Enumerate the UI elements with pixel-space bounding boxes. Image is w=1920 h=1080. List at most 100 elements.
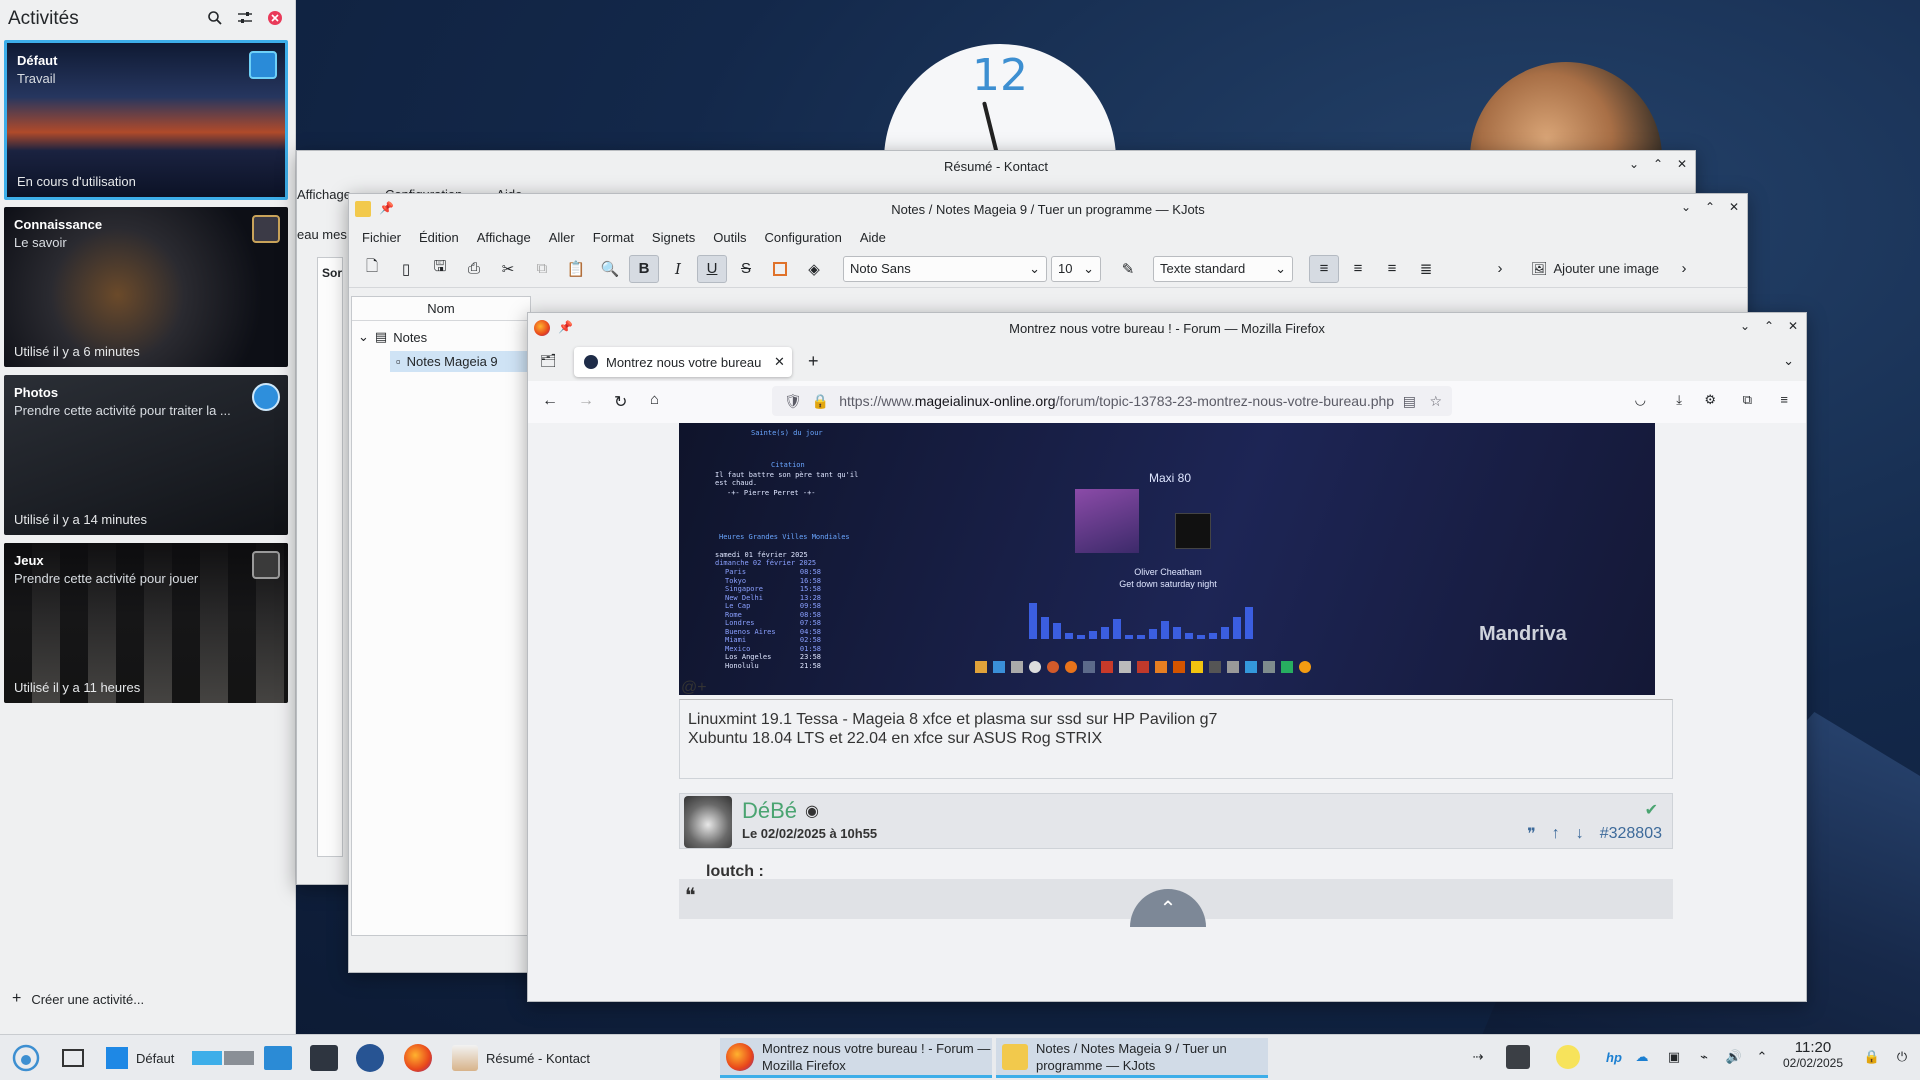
bold-icon[interactable]: B [629,254,659,283]
align-justify-icon[interactable]: ≣ [1411,255,1441,283]
save-icon[interactable]: 🖫 [425,255,455,283]
file-manager-icon[interactable] [258,1038,292,1078]
italic-icon[interactable]: I [663,255,693,283]
activity-card-connaissance[interactable]: Connaissance Le savoir Utilisé il y a 6 … [4,207,288,367]
menu-aller[interactable]: Aller [540,230,584,245]
close-icon[interactable]: ✕ [1727,200,1741,214]
desktop-screenshot-image[interactable]: Sainte(s) du jour Citation Il faut battr… [679,423,1655,695]
activity-switcher[interactable]: Défaut [100,1038,184,1078]
hp-printer-icon[interactable]: hp [1604,1047,1624,1067]
menu-outils[interactable]: Outils [704,230,755,245]
weather-sun-icon[interactable] [1556,1045,1580,1069]
create-activity-button[interactable]: + Créer une activité... [12,990,144,1008]
post-id[interactable]: #328803 [1600,825,1662,843]
text-color-icon[interactable] [765,255,795,283]
firefox-titlebar[interactable]: 📌 Montrez nous votre bureau ! - Forum — … [528,313,1806,343]
pin-icon[interactable]: 📌 [558,320,573,334]
menu-affichage[interactable]: Affichage [468,230,540,245]
volume-icon[interactable]: 🔊 [1724,1047,1744,1067]
add-image-button[interactable]: 🖼 Ajouter une image [1531,261,1659,277]
copy-icon[interactable]: ⧉ [527,255,557,283]
back-icon[interactable]: ← [542,392,558,410]
menu-item[interactable]: Affichage [297,187,351,202]
discover-icon[interactable] [350,1038,384,1078]
menu-configuration[interactable]: Configuration [756,230,851,245]
downloads-icon[interactable]: ⤓ [1676,392,1682,408]
align-left-icon[interactable]: ≡ [1309,254,1339,283]
new-book-icon[interactable]: ▯ [391,255,421,283]
extensions-icon[interactable]: ⧉ [1743,392,1752,408]
power-icon[interactable]: ⏻ [1892,1047,1912,1067]
clipboard-icon[interactable]: ▣ [1664,1047,1684,1067]
firefox-window[interactable]: 📌 Montrez nous votre bureau ! - Forum — … [527,312,1807,1002]
chevron-right-icon[interactable]: › [1669,255,1699,283]
virtual-desktop-2[interactable] [224,1051,254,1065]
forward-icon[interactable]: → [578,392,594,410]
close-icon[interactable] [267,10,283,26]
pin-icon[interactable]: 📌 [379,201,394,215]
font-family-select[interactable]: Noto Sans ⌄ [843,255,1047,282]
list-tabs-icon[interactable]: ⌄ [1783,353,1794,369]
menu-edition[interactable]: Édition [410,230,468,245]
reload-icon[interactable]: ↻ [614,392,627,412]
bookmark-star-icon[interactable]: ☆ [1429,393,1442,410]
menu-fichier[interactable]: Fichier [353,230,410,245]
avatar[interactable] [684,796,732,848]
clock[interactable]: 11:20 02/02/2025 [1778,1039,1848,1070]
task-kontact[interactable]: Résumé - Kontact [446,1038,716,1078]
virtual-desktop-1[interactable] [192,1051,222,1065]
url-text[interactable]: https://www.mageialinux-online.org/forum… [839,393,1394,409]
cloud-icon[interactable]: ☁ [1632,1047,1652,1067]
tree-header[interactable]: Nom [352,297,530,321]
minimize-icon[interactable]: ⌄ [1738,319,1752,333]
activity-card-jeux[interactable]: Jeux Prendre cette activité pour jouer U… [4,543,288,703]
align-right-icon[interactable]: ≡ [1377,255,1407,283]
url-bar[interactable]: 🛡 🔒 https://www.mageialinux-online.org/f… [772,386,1452,416]
font-size-select[interactable]: 10 ⌄ [1051,255,1101,282]
new-page-icon[interactable]: 🗋 [357,255,387,283]
close-tab-icon[interactable]: ✕ [774,354,785,370]
find-icon[interactable]: 🔍 [595,255,625,283]
maximize-icon[interactable]: ⌃ [1651,157,1665,171]
settings-sliders-icon[interactable] [237,10,253,26]
underline-icon[interactable]: U [697,254,727,283]
print-icon[interactable]: ⎙ [459,255,489,283]
firefox-launcher-icon[interactable] [398,1038,432,1078]
activity-card-default[interactable]: Défaut Travail En cours d'utilisation [4,40,288,200]
task-firefox[interactable]: Montrez nous votre bureau ! - Forum — Mo… [720,1038,992,1078]
menu-format[interactable]: Format [584,230,643,245]
pager[interactable] [186,1038,254,1078]
tab-forum[interactable]: Montrez nous votre bureau ✕ [574,347,792,377]
pocket-icon[interactable]: ◡ [1635,392,1646,408]
post-author[interactable]: DéBé ◉ [742,798,819,824]
task-kjots[interactable]: Notes / Notes Mageia 9 / Tuer un program… [996,1038,1268,1078]
maximize-icon[interactable]: ⌃ [1703,200,1717,214]
cut-icon[interactable]: ✂ [493,255,523,283]
chevron-right-icon[interactable]: › [1485,255,1515,283]
new-tab-icon[interactable]: + [808,351,819,372]
minimize-icon[interactable]: ⌄ [1679,200,1693,214]
application-launcher-icon[interactable] [6,1038,40,1078]
arrow-up-icon[interactable]: ↑ [1552,825,1560,843]
home-icon[interactable]: ⌂ [650,391,659,408]
kjots-titlebar[interactable]: 📌 Notes / Notes Mageia 9 / Tuer un progr… [349,194,1747,224]
menu-signets[interactable]: Signets [643,230,704,245]
align-center-icon[interactable]: ≡ [1343,255,1373,283]
strikethrough-icon[interactable]: S [731,255,761,283]
eye-icon[interactable]: ◉ [805,801,819,821]
search-icon[interactable] [207,10,223,26]
usb-icon[interactable]: ⌁ [1694,1047,1714,1067]
calculator-icon[interactable] [1506,1045,1530,1069]
extension-icon[interactable]: ⚙ [1704,392,1716,408]
arrow-down-icon[interactable]: ↓ [1576,825,1584,843]
tree-item-notes-mageia[interactable]: ▫ Notes Mageia 9 [390,351,530,372]
close-icon[interactable]: ✕ [1786,319,1800,333]
minimize-icon[interactable]: ⌄ [1627,157,1641,171]
pen-icon[interactable]: ✎ [1113,255,1143,283]
quote-icon[interactable]: ❞ [1527,824,1536,844]
chevron-up-icon[interactable]: ⌃ [1752,1047,1772,1067]
show-desktop-icon[interactable] [56,1038,84,1078]
kde-connect-icon[interactable]: ⇢ [1468,1047,1488,1067]
activity-card-photos[interactable]: Photos Prendre cette activité pour trait… [4,375,288,535]
menu-icon[interactable]: ≡ [1780,392,1788,407]
